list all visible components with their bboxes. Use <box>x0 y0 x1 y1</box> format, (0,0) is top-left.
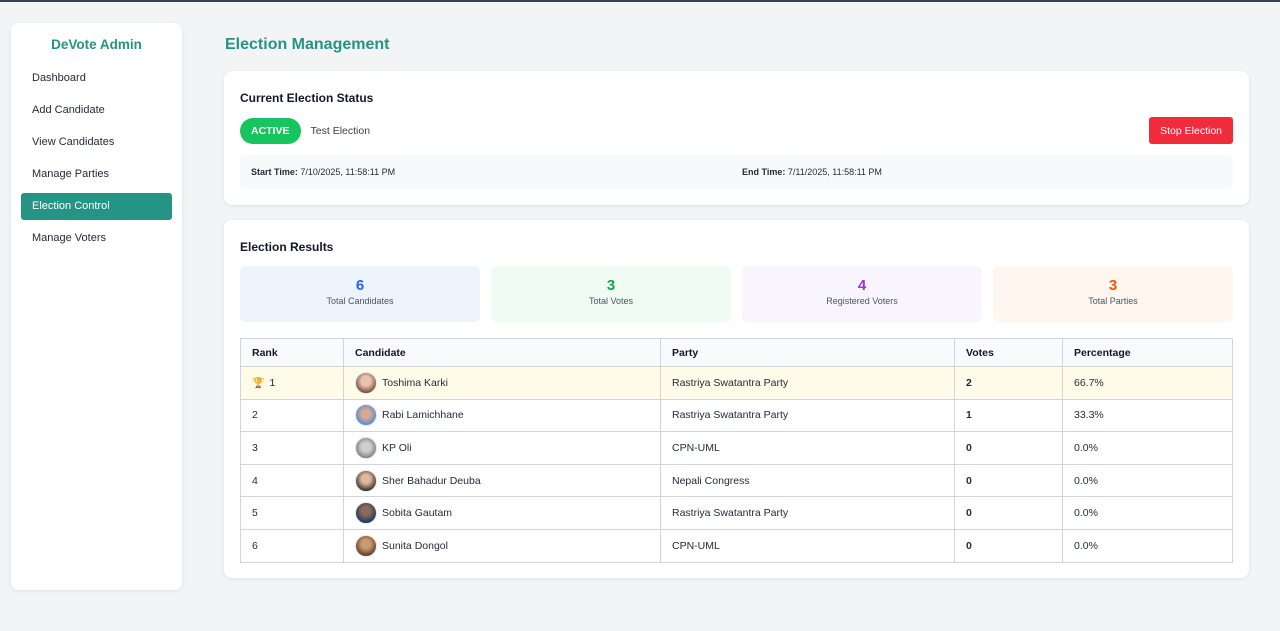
stat-value: 3 <box>1108 277 1118 294</box>
party-cell: CPN-UML <box>660 431 955 465</box>
candidate-cell: Sunita Dongol <box>343 528 661 563</box>
candidate-avatar <box>355 469 377 492</box>
party-cell: Rastriya Swatantra Party <box>660 398 955 433</box>
rank-cell: 5 <box>240 496 344 530</box>
status-card-title: Current Election Status <box>240 91 374 105</box>
candidate-cell: Rabi Lamichhane <box>343 398 661 433</box>
party-cell: Rastriya Swatantra Party <box>660 366 955 400</box>
candidate-name: Toshima Karki <box>382 376 448 389</box>
party-cell: CPN-UML <box>660 528 955 563</box>
start-time: Start Time: 7/10/2025, 11:58:11 PM <box>251 167 395 177</box>
sidebar-item-view-candidates[interactable]: View Candidates <box>21 129 172 156</box>
stat-total-parties: 3 Total Parties <box>993 266 1233 322</box>
candidate-name: Sunita Dongol <box>382 539 448 552</box>
table-row: 3 KP Oli CPN-UML 0 0.0% <box>240 431 1233 465</box>
election-time-box: Start Time: 7/10/2025, 11:58:11 PM End T… <box>240 155 1233 189</box>
candidate-avatar <box>355 371 377 394</box>
results-card-title: Election Results <box>240 240 334 254</box>
table-header-row: Rank Candidate Party Votes Percentage <box>240 338 1233 367</box>
column-header-rank: Rank <box>240 338 344 367</box>
party-cell: Rastriya Swatantra Party <box>660 496 955 530</box>
votes-cell: 1 <box>954 398 1063 433</box>
stat-value: 3 <box>606 277 616 294</box>
rank-cell: 6 <box>240 528 344 563</box>
sidebar-item-manage-voters[interactable]: Manage Voters <box>21 225 172 252</box>
candidate-name: Sher Bahadur Deuba <box>382 474 481 487</box>
end-time-label: End Time: <box>742 167 786 177</box>
candidate-name: Sobita Gautam <box>382 507 453 520</box>
stat-value: 4 <box>857 277 867 294</box>
table-row: 2 Rabi Lamichhane Rastriya Swatantra Par… <box>240 398 1233 433</box>
table-row: 4 Sher Bahadur Deuba Nepali Congress 0 0… <box>240 463 1233 498</box>
percentage-cell: 0.0% <box>1062 431 1233 465</box>
candidate-name: Rabi Lamichhane <box>382 409 464 422</box>
candidate-avatar <box>355 534 377 557</box>
status-row: ACTIVE Test Election <box>240 118 370 144</box>
election-results-card: Election Results 6 Total Candidates 3 To… <box>224 220 1249 578</box>
votes-cell: 2 <box>954 366 1063 400</box>
end-time: End Time: 7/11/2025, 11:58:11 PM <box>742 167 882 177</box>
stat-label: Total Parties <box>1088 296 1138 306</box>
stat-value: 6 <box>355 277 365 294</box>
candidate-avatar <box>355 502 377 525</box>
candidate-cell: Sher Bahadur Deuba <box>343 463 661 498</box>
candidate-name: KP Oli <box>382 441 412 454</box>
candidate-avatar <box>355 436 377 459</box>
candidate-avatar <box>355 404 377 427</box>
column-header-percentage: Percentage <box>1062 338 1233 367</box>
page-title: Election Management <box>225 36 390 53</box>
trophy-icon: 🏆 <box>252 377 265 389</box>
rank-cell: 3 <box>240 431 344 465</box>
candidate-cell: Toshima Karki <box>343 366 661 400</box>
sidebar-item-add-candidate[interactable]: Add Candidate <box>21 97 172 124</box>
table-row: 5 Sobita Gautam Rastriya Swatantra Party… <box>240 496 1233 530</box>
sidebar-nav: Dashboard Add Candidate View Candidates … <box>11 65 182 252</box>
rank-cell: 2 <box>240 398 344 433</box>
rank-cell: 4 <box>240 463 344 498</box>
stat-label: Registered Voters <box>826 296 898 306</box>
status-badge: ACTIVE <box>240 118 301 144</box>
percentage-cell: 33.3% <box>1062 398 1233 433</box>
candidate-cell: Sobita Gautam <box>343 496 661 530</box>
sidebar-item-manage-parties[interactable]: Manage Parties <box>21 161 172 188</box>
election-status-card: Current Election Status ACTIVE Test Elec… <box>224 71 1249 205</box>
table-row: 6 Sunita Dongol CPN-UML 0 0.0% <box>240 528 1233 563</box>
percentage-cell: 0.0% <box>1062 528 1233 563</box>
stats-row: 6 Total Candidates 3 Total Votes 4 Regis… <box>240 266 1233 322</box>
end-time-value: 7/11/2025, 11:58:11 PM <box>787 167 882 177</box>
stat-total-candidates: 6 Total Candidates <box>240 266 480 322</box>
sidebar-item-election-control[interactable]: Election Control <box>21 193 172 220</box>
election-name: Test Election <box>310 125 371 137</box>
column-header-votes: Votes <box>954 338 1063 367</box>
results-table: Rank Candidate Party Votes Percentage 🏆 1… <box>240 338 1233 563</box>
stat-total-votes: 3 Total Votes <box>491 266 731 322</box>
stat-label: Total Candidates <box>326 296 394 306</box>
stat-registered-voters: 4 Registered Voters <box>742 266 982 322</box>
column-header-party: Party <box>660 338 955 367</box>
table-row: 🏆 1 Toshima Karki Rastriya Swatantra Part… <box>240 366 1233 400</box>
percentage-cell: 0.0% <box>1062 496 1233 530</box>
candidate-cell: KP Oli <box>343 431 661 465</box>
votes-cell: 0 <box>954 528 1063 563</box>
stat-label: Total Votes <box>588 296 634 306</box>
sidebar-item-dashboard[interactable]: Dashboard <box>21 65 172 92</box>
start-time-label: Start Time: <box>251 167 298 177</box>
percentage-cell: 66.7% <box>1062 366 1233 400</box>
percentage-cell: 0.0% <box>1062 463 1233 498</box>
stop-election-button[interactable]: Stop Election <box>1149 117 1233 144</box>
sidebar: DeVote Admin Dashboard Add Candidate Vie… <box>11 23 182 590</box>
votes-cell: 0 <box>954 463 1063 498</box>
rank-value: 1 <box>269 376 276 389</box>
votes-cell: 0 <box>954 496 1063 530</box>
party-cell: Nepali Congress <box>660 463 955 498</box>
column-header-candidate: Candidate <box>343 338 661 367</box>
votes-cell: 0 <box>954 431 1063 465</box>
start-time-value: 7/10/2025, 11:58:11 PM <box>300 167 396 177</box>
rank-cell: 🏆 1 <box>240 366 344 400</box>
brand-title: DeVote Admin <box>51 37 142 52</box>
